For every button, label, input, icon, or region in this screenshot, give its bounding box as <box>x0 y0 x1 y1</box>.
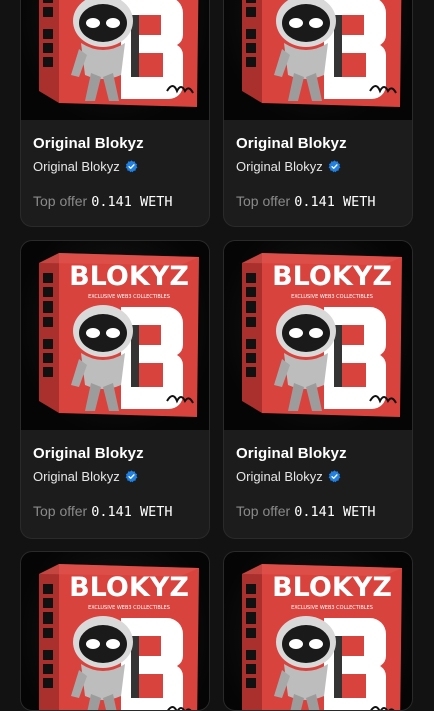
verified-badge-icon <box>328 160 341 173</box>
nft-artwork[interactable]: BLOKYZ EXCLUSIVE WEB3 COLLECTIBLES <box>21 241 209 430</box>
nft-artwork[interactable] <box>21 0 209 120</box>
top-offer: Top offer 0.141 WETH <box>33 503 173 520</box>
nft-title[interactable]: Original Blokyz <box>236 135 347 152</box>
nft-title[interactable]: Original Blokyz <box>33 135 144 152</box>
collection-name[interactable]: Original Blokyz <box>33 159 138 174</box>
top-offer-price: 0.141 WETH <box>91 194 173 210</box>
top-offer-label: Top offer <box>33 503 88 519</box>
verified-badge-icon <box>125 160 138 173</box>
box-artwork-image: BLOKYZ EXCLUSIVE WEB3 COLLECTIBLES <box>224 552 412 711</box>
top-offer: Top offer 0.141 WETH <box>236 193 376 210</box>
collection-label: Original Blokyz <box>33 159 120 174</box>
nft-artwork[interactable]: BLOKYZ EXCLUSIVE WEB3 COLLECTIBLES <box>224 241 412 430</box>
box-artwork-image: BLOKYZ EXCLUSIVE WEB3 COLLECTIBLES <box>21 241 209 430</box>
top-offer-price: 0.141 WETH <box>294 504 376 520</box>
nft-card[interactable]: BLOKYZ EXCLUSIVE WEB3 COLLECTIBLES <box>223 551 413 711</box>
nft-artwork[interactable]: BLOKYZ EXCLUSIVE WEB3 COLLECTIBLES <box>224 552 412 711</box>
box-tagline-text: EXCLUSIVE WEB3 COLLECTIBLES <box>88 605 170 611</box>
top-offer-label: Top offer <box>236 503 291 519</box>
box-brand-text: BLOKYZ <box>272 572 392 603</box>
box-tagline-text: EXCLUSIVE WEB3 COLLECTIBLES <box>291 605 373 611</box>
box-tagline-text: EXCLUSIVE WEB3 COLLECTIBLES <box>88 294 170 300</box>
nft-artwork[interactable]: BLOKYZ EXCLUSIVE WEB3 COLLECTIBLES <box>21 552 209 711</box>
box-artwork-image: BLOKYZ EXCLUSIVE WEB3 COLLECTIBLES <box>224 241 412 430</box>
box-tagline-text: EXCLUSIVE WEB3 COLLECTIBLES <box>291 294 373 300</box>
collection-name[interactable]: Original Blokyz <box>33 469 138 484</box>
box-brand-text: BLOKYZ <box>272 261 392 292</box>
collection-name[interactable]: Original Blokyz <box>236 159 341 174</box>
nft-title[interactable]: Original Blokyz <box>236 445 347 462</box>
nft-artwork[interactable] <box>224 0 412 120</box>
nft-card[interactable]: BLOKYZ EXCLUSIVE WEB3 COLLECTIBLES Origi… <box>20 240 210 539</box>
box-artwork-image: BLOKYZ EXCLUSIVE WEB3 COLLECTIBLES <box>21 552 209 711</box>
top-offer: Top offer 0.141 WETH <box>236 503 376 520</box>
collection-name[interactable]: Original Blokyz <box>236 469 341 484</box>
nft-title[interactable]: Original Blokyz <box>33 445 144 462</box>
top-offer-label: Top offer <box>33 193 88 209</box>
box-brand-text: BLOKYZ <box>69 572 189 603</box>
top-offer: Top offer 0.141 WETH <box>33 193 173 210</box>
collection-label: Original Blokyz <box>236 159 323 174</box>
box-artwork-image <box>224 0 412 120</box>
collectibles-grid: Original Blokyz Original Blokyz Top offe… <box>0 0 434 711</box>
box-brand-text: BLOKYZ <box>69 261 189 292</box>
verified-badge-icon <box>328 470 341 483</box>
nft-card[interactable]: BLOKYZ EXCLUSIVE WEB3 COLLECTIBLES Origi… <box>223 240 413 539</box>
collection-label: Original Blokyz <box>33 469 120 484</box>
top-offer-label: Top offer <box>236 193 291 209</box>
nft-card[interactable]: BLOKYZ EXCLUSIVE WEB3 COLLECTIBLES <box>20 551 210 711</box>
box-artwork-image <box>21 0 209 120</box>
nft-card[interactable]: Original Blokyz Original Blokyz Top offe… <box>20 0 210 227</box>
top-offer-price: 0.141 WETH <box>91 504 173 520</box>
top-offer-price: 0.141 WETH <box>294 194 376 210</box>
collection-label: Original Blokyz <box>236 469 323 484</box>
nft-card[interactable]: Original Blokyz Original Blokyz Top offe… <box>223 0 413 227</box>
verified-badge-icon <box>125 470 138 483</box>
